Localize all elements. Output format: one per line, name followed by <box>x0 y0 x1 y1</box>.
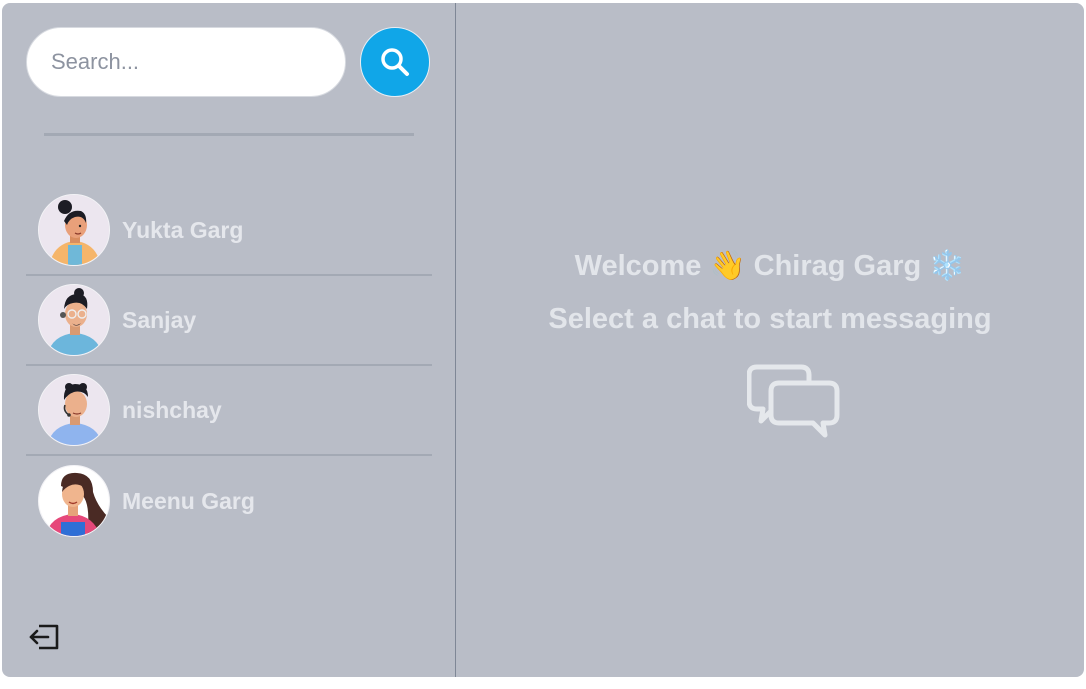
sidebar: Yukta Garg <box>2 3 456 677</box>
chat-name: nishchay <box>122 396 222 423</box>
man-glasses-avatar-icon <box>39 285 109 355</box>
chat-item-nishchay[interactable]: nishchay <box>26 366 432 456</box>
sidebar-divider <box>44 133 414 136</box>
user-name: Chirag Garg <box>753 250 922 282</box>
search-input[interactable] <box>26 27 346 97</box>
avatar <box>38 374 110 446</box>
woman-bun-avatar-icon <box>39 195 109 265</box>
logout-button[interactable] <box>27 619 63 655</box>
chat-app: Yukta Garg <box>2 3 1084 677</box>
welcome-heading: Welcome 👋 Chirag Garg ❄️ <box>456 245 1084 286</box>
chat-item-yukta-garg[interactable]: Yukta Garg <box>26 186 432 276</box>
wave-emoji: 👋 <box>709 248 746 282</box>
welcome-prefix: Welcome <box>574 250 702 282</box>
woman-longhair-avatar-icon <box>39 466 109 536</box>
snowflake-emoji: ❄️ <box>929 248 966 282</box>
chat-item-sanjay[interactable]: Sanjay <box>26 276 432 366</box>
chat-list: Yukta Garg Sanjay nishchay Meenu Garg <box>26 186 432 546</box>
avatar <box>38 465 110 537</box>
chat-item-meenu-garg[interactable]: Meenu Garg <box>26 456 432 546</box>
man-headset-avatar-icon <box>39 375 109 445</box>
search-button[interactable] <box>360 27 430 97</box>
chat-bubbles-icon <box>746 361 841 446</box>
chat-name: Meenu Garg <box>122 487 255 514</box>
search-bar <box>26 27 430 97</box>
logout-icon <box>29 624 59 650</box>
empty-state-subtitle: Select a chat to start messaging <box>548 303 992 335</box>
avatar <box>38 284 110 356</box>
chat-name: Sanjay <box>122 306 197 333</box>
main-panel: Welcome 👋 Chirag Garg ❄️ Select a chat t… <box>456 3 1084 677</box>
search-icon <box>381 48 409 76</box>
avatar <box>38 194 110 266</box>
chat-name: Yukta Garg <box>122 216 244 243</box>
